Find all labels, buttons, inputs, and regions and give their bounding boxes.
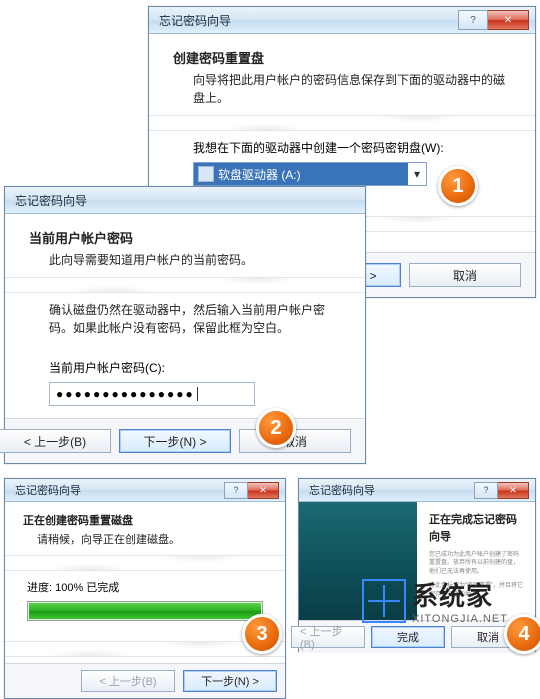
floppy-icon	[198, 166, 214, 182]
header-divider	[5, 277, 365, 293]
titlebar[interactable]: 忘记密码向导 ? ✕	[299, 479, 535, 502]
wizard-buttons: < 上一步(B) 下一步(N) > 取消	[5, 418, 365, 463]
close-button[interactable]: ✕	[488, 10, 529, 30]
text-caret	[197, 387, 198, 401]
password-masked: ●●●●●●●●●●●●●●●	[56, 387, 195, 401]
progress-bar	[27, 601, 263, 621]
logo-url: XITONGJIA.NET	[412, 613, 508, 625]
next-button[interactable]: 下一步(N) >	[119, 429, 231, 453]
close-button[interactable]: ✕	[498, 482, 529, 499]
window-title: 忘记密码向导	[309, 482, 375, 498]
wizard-window-4: 忘记密码向导 ? ✕ 正在完成忘记密码向导 您已成功为此用户帐户创建了密码重置盘…	[298, 478, 536, 652]
page-heading: 正在完成忘记密码向导	[429, 512, 523, 545]
header-divider	[5, 555, 285, 571]
window-title: 忘记密码向导	[15, 482, 81, 498]
back-button[interactable]: < 上一步(B)	[0, 429, 111, 453]
step-badge-3: 3	[242, 614, 282, 654]
help-button[interactable]: ?	[474, 482, 498, 499]
instruction-text: 确认磁盘仍然在驱动器中，然后输入当前用户帐户密码。如果此帐户没有密码，保留此框为…	[49, 301, 345, 337]
close-button[interactable]: ✕	[248, 482, 279, 499]
logo-icon	[362, 579, 406, 623]
titlebar[interactable]: 忘记密码向导 ? ✕	[5, 479, 285, 502]
logo-brand: 系统家	[412, 576, 508, 613]
progress-fill	[29, 603, 261, 619]
body-text-1: 您已成功为此用户帐户创建了密码重置盘。放弃所有以前创建的盘，他们已无法再使用。	[429, 551, 523, 576]
page-heading: 当前用户帐户密码	[29, 228, 345, 247]
next-button[interactable]: 下一步(N) >	[183, 670, 277, 692]
password-label: 当前用户帐户密码(C):	[49, 359, 345, 376]
footer-divider	[5, 641, 285, 657]
titlebar[interactable]: 忘记密码向导	[5, 187, 365, 214]
step-badge-4: 4	[504, 614, 540, 654]
watermark-logo: 系统家 XITONGJIA.NET	[362, 576, 508, 625]
page-heading: 正在创建密码重置磁盘	[23, 512, 271, 528]
step-badge-2: 2	[256, 408, 296, 448]
window-controls: ? ✕	[224, 482, 279, 499]
back-button: < 上一步(B)	[81, 670, 175, 692]
wizard-window-3: 忘记密码向导 ? ✕ 正在创建密码重置磁盘 请稍候，向导正在创建磁盘。 进度: …	[4, 478, 286, 699]
header-divider	[149, 115, 535, 131]
page-heading: 创建密码重置盘	[173, 48, 515, 67]
page-subtitle: 向导将把此用户帐户的密码信息保存到下面的驱动器中的磁盘上。	[193, 71, 515, 107]
wizard-page: 当前用户帐户密码 此向导需要知道用户帐户的当前密码。 确认磁盘仍然在驱动器中，然…	[5, 214, 365, 418]
chevron-down-icon[interactable]: ▾	[408, 167, 426, 181]
password-input[interactable]: ●●●●●●●●●●●●●●●	[49, 382, 255, 406]
drive-combobox[interactable]: 软盘驱动器 (A:) ▾	[193, 162, 427, 186]
drive-label: 我想在下面的驱动器中创建一个密码密钥盘(W):	[193, 139, 515, 156]
wizard-window-2: 忘记密码向导 当前用户帐户密码 此向导需要知道用户帐户的当前密码。 确认磁盘仍然…	[4, 186, 366, 464]
window-title: 忘记密码向导	[159, 12, 231, 29]
cancel-button[interactable]: 取消	[409, 263, 521, 287]
finish-button[interactable]: 完成	[371, 626, 445, 648]
window-controls: ? ✕	[458, 10, 529, 30]
page-subtitle: 请稍候，向导正在创建磁盘。	[37, 532, 271, 549]
help-button[interactable]: ?	[458, 10, 488, 30]
titlebar[interactable]: 忘记密码向导 ? ✕	[149, 7, 535, 34]
page-subtitle: 此向导需要知道用户帐户的当前密码。	[49, 251, 345, 269]
step-badge-1: 1	[438, 166, 478, 206]
back-button: < 上一步(B)	[291, 626, 365, 648]
drive-selected: 软盘驱动器 (A:)	[218, 166, 301, 183]
wizard-buttons: < 上一步(B) 下一步(N) >	[5, 663, 285, 698]
window-controls: ? ✕	[474, 482, 529, 499]
progress-label: 进度: 100% 已完成	[27, 579, 271, 595]
help-button[interactable]: ?	[224, 482, 248, 499]
window-title: 忘记密码向导	[15, 192, 87, 209]
